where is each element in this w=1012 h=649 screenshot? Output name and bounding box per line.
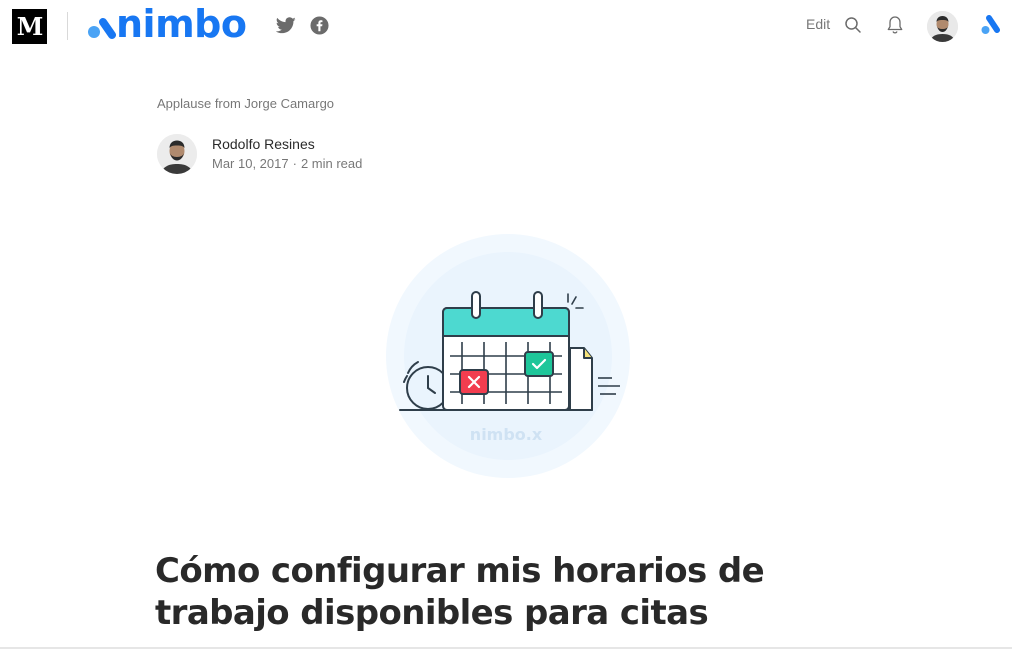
post-meta: Mar 10, 2017 · 2 min read — [212, 156, 362, 171]
bell-icon[interactable] — [884, 14, 906, 36]
calendar-illustration: nimbo.x — [380, 228, 636, 484]
illustration-watermark: nimbo.x — [470, 425, 543, 444]
author-name[interactable]: Rodolfo Resines — [212, 136, 315, 152]
publication-logo[interactable]: nimbo — [86, 2, 247, 46]
brand-name: nimbo — [116, 2, 247, 46]
nimbo-icon[interactable] — [980, 13, 1002, 35]
search-icon[interactable] — [842, 14, 864, 36]
facebook-icon[interactable] — [308, 14, 330, 36]
top-bar: M nimbo Edit — [0, 0, 1012, 50]
nimbo-logo-mark-icon — [86, 8, 118, 40]
twitter-icon[interactable] — [275, 14, 297, 36]
read-time: 2 min read — [300, 156, 363, 171]
applause-note: Applause from Jorge Camargo — [157, 96, 335, 111]
calendar-icon — [442, 291, 570, 411]
article-title: Cómo configurar mis horarios de trabajo … — [155, 551, 765, 633]
meta-separator: · — [292, 156, 297, 171]
header-divider — [67, 12, 68, 40]
edit-link[interactable]: Edit — [806, 16, 830, 32]
avatar[interactable] — [927, 11, 958, 42]
author-avatar[interactable] — [157, 134, 197, 174]
post-date: Mar 10, 2017 — [212, 156, 289, 171]
medium-logo[interactable]: M — [12, 9, 47, 44]
